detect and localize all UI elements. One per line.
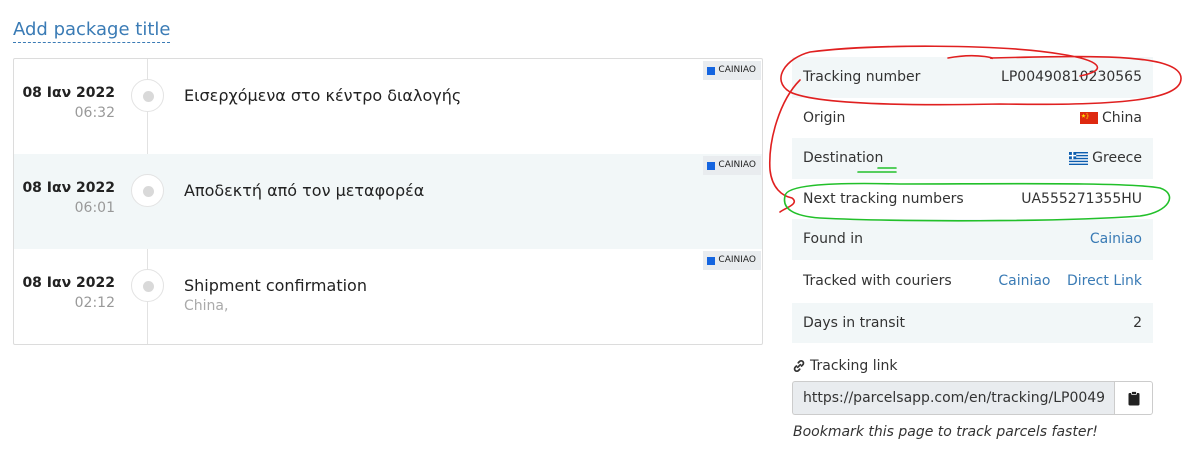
event-time: 06:01 [74, 200, 115, 216]
courier-badge-label: CAINIAO [718, 65, 756, 75]
tracking-link-label: Tracking link [810, 358, 898, 374]
event-date: 08 Ιαν 2022 [22, 275, 115, 291]
timeline-event: 08 Ιαν 2022 02:12 Shipment confirmation … [14, 249, 762, 344]
destination-row: Destination Greece [792, 138, 1153, 179]
courier-badge: CAINIAO [703, 251, 761, 270]
tracking-number-value: LP00490810230565 [1001, 69, 1142, 86]
days-in-transit-label: Days in transit [803, 314, 905, 331]
courier-badge: CAINIAO [703, 61, 761, 80]
days-in-transit-row: Days in transit 2 [792, 302, 1153, 343]
next-tracking-row: Next tracking numbers UA555271355HU [792, 179, 1153, 220]
next-tracking-label: Next tracking numbers [803, 190, 964, 207]
timeline-event: 08 Ιαν 2022 06:01 Αποδεκτή από τον μεταφ… [14, 154, 762, 249]
tracking-link-heading: Tracking link [792, 358, 898, 374]
courier-badge: CAINIAO [703, 156, 761, 175]
found-in-row: Found in Cainiao [792, 219, 1153, 260]
tracked-with-label: Tracked with couriers [803, 273, 952, 289]
courier-link-direct-link[interactable]: Direct Link [1067, 273, 1142, 289]
event-date: 08 Ιαν 2022 [22, 180, 115, 196]
tracking-link-input[interactable] [792, 381, 1115, 415]
timeline-dot-icon [131, 269, 164, 302]
courier-link-cainiao[interactable]: Cainiao [998, 273, 1050, 289]
event-time: 02:12 [74, 295, 115, 311]
found-in-label: Found in [803, 231, 863, 248]
tracking-number-row: Tracking number LP00490810230565 [792, 57, 1153, 98]
bookmark-hint: Bookmark this page to track parcels fast… [793, 424, 1098, 440]
cainiao-logo-icon [707, 161, 716, 170]
courier-badge-label: CAINIAO [718, 255, 756, 265]
cainiao-logo-icon [707, 66, 716, 75]
next-tracking-value: UA555271355HU [1021, 190, 1142, 207]
link-icon [793, 360, 805, 372]
tracking-number-label: Tracking number [803, 69, 921, 86]
clipboard-icon [1128, 390, 1139, 405]
timeline-event: 08 Ιαν 2022 06:32 Εισερχόμενα στο κέντρο… [14, 59, 762, 154]
timeline-dot-icon [131, 174, 164, 207]
origin-value: China [1102, 109, 1142, 126]
event-description: Αποδεκτή από τον μεταφορέα [184, 181, 425, 200]
event-date: 08 Ιαν 2022 [22, 85, 115, 101]
china-flag-icon [1080, 111, 1098, 124]
days-in-transit-value: 2 [1133, 314, 1142, 331]
destination-value: Greece [1092, 150, 1142, 167]
found-in-courier-link[interactable]: Cainiao [1090, 231, 1142, 247]
event-location: China, [184, 298, 229, 314]
tracked-with-row: Tracked with couriers Cainiao Direct Lin… [792, 260, 1153, 303]
greece-flag-icon [1069, 151, 1089, 165]
origin-row: Origin China [792, 98, 1153, 139]
cainiao-logo-icon [707, 256, 716, 265]
origin-label: Origin [803, 109, 846, 126]
event-description: Shipment confirmation [184, 276, 367, 295]
tracking-timeline: 08 Ιαν 2022 06:32 Εισερχόμενα στο κέντρο… [13, 58, 763, 345]
destination-label: Destination [803, 150, 884, 167]
event-description: Εισερχόμενα στο κέντρο διαλογής [184, 86, 462, 105]
timeline-dot-icon [131, 79, 164, 112]
event-time: 06:32 [74, 105, 115, 121]
courier-badge-label: CAINIAO [718, 160, 756, 170]
copy-link-button[interactable] [1114, 381, 1153, 415]
add-package-title-link[interactable]: Add package title [13, 19, 171, 43]
package-details-table: Tracking number LP00490810230565 Origin … [792, 57, 1153, 343]
